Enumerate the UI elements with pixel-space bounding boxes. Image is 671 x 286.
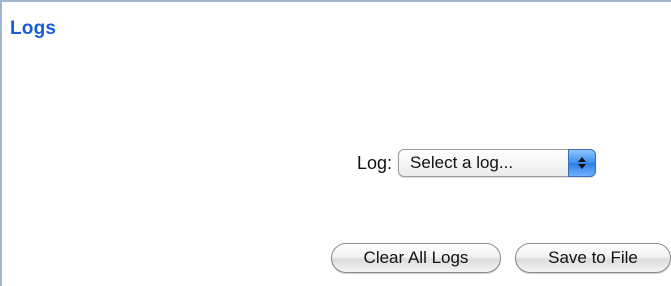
arrow-down-icon [578, 164, 587, 169]
arrow-up-icon [578, 157, 587, 162]
clear-all-logs-button[interactable]: Clear All Logs [331, 243, 501, 273]
logs-panel: Logs Log: Select a log... Clear All Logs… [0, 0, 671, 286]
log-selector-row: Log: Select a log... [357, 148, 597, 178]
log-select-label: Log: [357, 152, 393, 173]
log-select-value: Select a log... [410, 153, 514, 172]
select-stepper-icon [568, 149, 597, 177]
log-select[interactable]: Select a log... [398, 149, 597, 177]
panel-title: Logs [10, 18, 57, 39]
action-buttons: Clear All Logs Save to File [331, 243, 671, 273]
save-to-file-button[interactable]: Save to File [515, 243, 671, 273]
